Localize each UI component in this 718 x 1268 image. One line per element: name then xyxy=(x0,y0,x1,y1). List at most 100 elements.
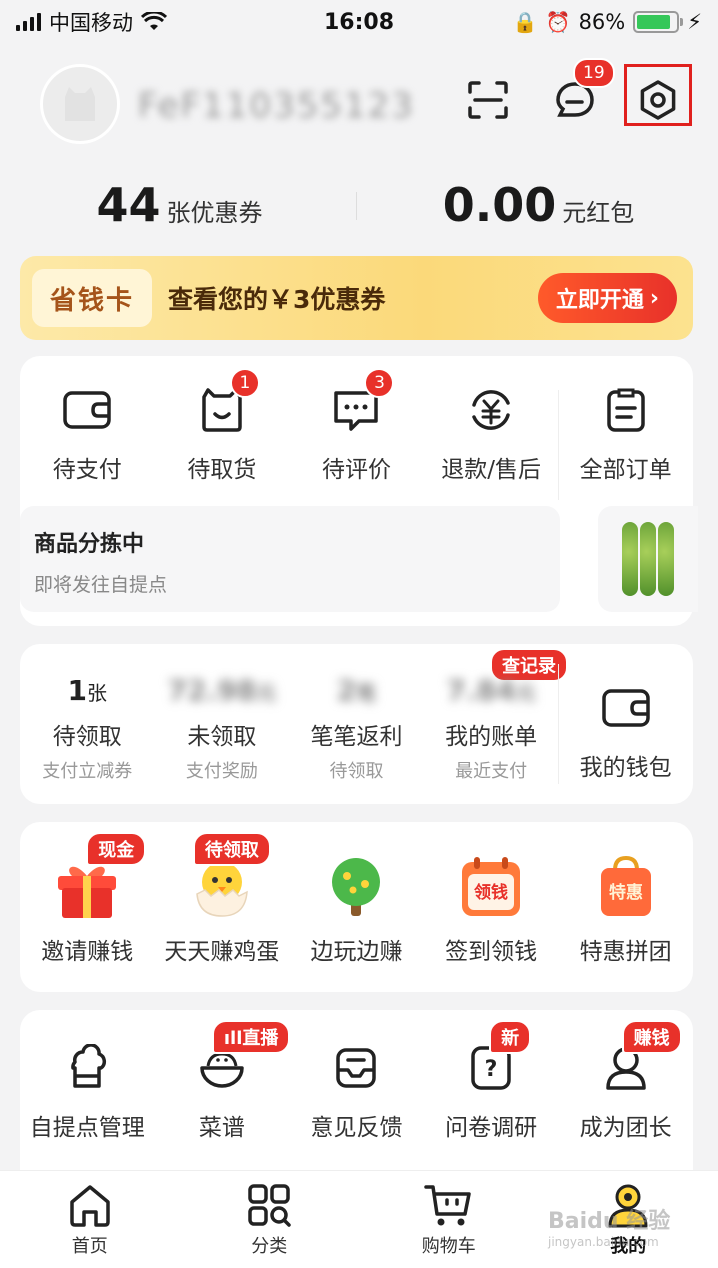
activity-tag: 现金 xyxy=(86,832,147,866)
my-wallet-button[interactable]: 我的钱包 xyxy=(558,664,693,784)
open-now-label: 立即开通 xyxy=(555,288,644,313)
order-pending-pickup[interactable]: 1 待取货 xyxy=(155,368,290,484)
order-label: 待取货 xyxy=(187,457,257,483)
orders-card: 待支付 1 待取货 3 待评价 退款/售后 全部订单 商品分拣中 即将发往自提点 xyxy=(20,356,698,626)
activity-play[interactable]: 边玩边赚 xyxy=(289,852,424,966)
order-label: 退款/售后 xyxy=(441,457,541,483)
tab-home[interactable]: 首页 xyxy=(0,1171,180,1268)
tool-pickup-management[interactable]: 自提点管理 xyxy=(20,1038,155,1142)
order-status-subtitle: 即将发往自提点 xyxy=(34,574,168,596)
tab-label: 购物车 xyxy=(421,1235,476,1257)
savings-card-text: 查看您的￥3优惠券 xyxy=(168,285,386,314)
activity-label: 邀请赚钱 xyxy=(41,939,134,965)
order-label: 待评价 xyxy=(321,457,391,483)
tool-recipes[interactable]: ıll直播 菜谱 xyxy=(155,1020,291,1142)
tab-category[interactable]: 分类 xyxy=(180,1171,360,1268)
wallet-sub: 最近支付 xyxy=(455,761,528,782)
activity-label: 边玩边赚 xyxy=(310,939,403,965)
wallet-icon xyxy=(63,391,112,429)
order-label: 待支付 xyxy=(52,457,122,483)
order-status-title: 商品分拣中 xyxy=(34,532,145,557)
cart-icon xyxy=(424,1184,471,1225)
divider xyxy=(356,192,357,220)
store-icon xyxy=(71,1044,107,1088)
product-thumbnail[interactable] xyxy=(598,506,698,612)
alarm-icon: ⏰ xyxy=(545,10,571,34)
tool-label: 自提点管理 xyxy=(29,1115,145,1141)
wallet-item[interactable]: 72.98元 未领取 支付奖励 xyxy=(155,674,290,783)
live-bars-icon: ıll xyxy=(223,1028,243,1049)
wallet-label: 未领取 xyxy=(187,724,257,750)
status-bar: 中国移动 16:08 🔒 ⏰ 86% ⚡ xyxy=(0,0,718,44)
carrier: 中国移动 xyxy=(49,11,133,35)
bag-mascot-icon xyxy=(65,87,95,121)
order-pending-payment[interactable]: 待支付 xyxy=(20,380,155,484)
redpacket-amount: 0.00 xyxy=(442,178,557,232)
order-refund[interactable]: 退款/售后 xyxy=(424,380,559,484)
tab-label: 首页 xyxy=(71,1235,108,1257)
bag-icon-text: 特惠 xyxy=(609,882,643,903)
wallet-unit: 元 xyxy=(515,681,536,705)
wallet-unit: 张 xyxy=(87,681,108,705)
open-now-button[interactable]: 立即开通 › xyxy=(537,273,677,323)
redpacket-stat[interactable]: 0.00 元红包 xyxy=(359,178,718,232)
tool-label: 成为团长 xyxy=(579,1115,672,1141)
order-status-card[interactable]: 商品分拣中 即将发往自提点 xyxy=(20,506,560,612)
calendar-icon: 领钱 xyxy=(462,857,521,916)
home-icon xyxy=(70,1184,110,1227)
wallet-item[interactable]: 1张 待领取 支付立减券 xyxy=(20,674,155,783)
activity-label: 签到领钱 xyxy=(445,939,538,965)
activity-checkin[interactable]: 领钱 签到领钱 xyxy=(424,852,559,966)
tab-cart[interactable]: 购物车 xyxy=(359,1171,539,1268)
wallet-sub: 支付奖励 xyxy=(185,761,258,782)
redpacket-label: 元红包 xyxy=(562,199,635,227)
profile-header: FeF110355123 19 xyxy=(0,50,718,150)
activity-group-buy[interactable]: 特惠 特惠拼团 xyxy=(558,852,693,966)
tool-become-leader[interactable]: 赚钱 成为团长 xyxy=(558,1020,693,1142)
activity-invite[interactable]: 现金 邀请赚钱 xyxy=(20,832,155,966)
shopping-bag-icon: 特惠 xyxy=(600,855,651,916)
order-pending-review[interactable]: 3 待评价 xyxy=(289,368,424,484)
chevron-right-icon: › xyxy=(649,285,659,311)
wallet-item[interactable]: 2笔 笔笔返利 待领取 xyxy=(289,674,424,783)
coupons-label: 张优惠券 xyxy=(166,199,263,227)
wallet-card: 查记录 1张 待领取 支付立减券 72.98元 未领取 支付奖励 2笔 笔笔返利… xyxy=(20,644,693,804)
tool-label: 问卷调研 xyxy=(445,1115,538,1141)
wallet-unit: 笔 xyxy=(356,681,377,705)
avatar[interactable] xyxy=(40,64,120,144)
order-all[interactable]: 全部订单 xyxy=(558,380,693,500)
wallet-label: 我的账单 xyxy=(445,724,538,750)
activity-label: 特惠拼团 xyxy=(579,939,672,965)
watermark-logo: Baidu 经验 jingyan.baidu.com xyxy=(548,1209,671,1249)
tab-label: 分类 xyxy=(251,1235,288,1257)
activity-tag: 待领取 xyxy=(192,832,271,866)
activity-eggs[interactable]: 待领取 天天赚鸡蛋 xyxy=(155,832,290,966)
wifi-icon xyxy=(141,12,167,30)
tool-survey[interactable]: ? 新 问卷调研 xyxy=(424,1020,559,1142)
clipboard-icon xyxy=(606,388,645,432)
rotation-lock-icon: 🔒 xyxy=(512,10,538,34)
wallet-label: 笔笔返利 xyxy=(310,724,403,750)
scan-icon xyxy=(468,81,508,119)
wallet-unit: 元 xyxy=(256,681,277,705)
grid-icon xyxy=(248,1183,291,1227)
wallet-sub: 待领取 xyxy=(329,761,384,782)
wallet-sub: 支付立减券 xyxy=(42,761,133,782)
activities-card: 现金 邀请赚钱 待领取 天天赚鸡蛋 边玩边赚 领钱 签到领钱 特惠 特惠拼团 xyxy=(20,822,693,992)
username: FeF110355123 xyxy=(138,86,415,126)
calendar-icon-text: 领钱 xyxy=(474,882,508,903)
signal-icon xyxy=(16,13,41,31)
tool-tag: 新 xyxy=(489,1020,532,1054)
svg-text:?: ? xyxy=(485,1057,498,1082)
wallet-value: 72.98 xyxy=(167,674,257,707)
messages-button[interactable]: 19 xyxy=(547,58,615,128)
coupons-stat[interactable]: 44 张优惠券 xyxy=(0,178,359,232)
tool-tag: 赚钱 xyxy=(621,1020,682,1054)
settings-highlight-box xyxy=(624,64,692,126)
wallet-item[interactable]: 7.84元 我的账单 最近支付 xyxy=(424,674,559,783)
savings-card-tag: 省钱卡 xyxy=(32,269,153,327)
tool-feedback[interactable]: 意见反馈 xyxy=(289,1038,424,1142)
savings-card-banner[interactable]: 省钱卡 查看您的￥3优惠券 立即开通 › xyxy=(20,256,693,340)
scan-button[interactable] xyxy=(460,72,516,128)
coupons-count: 44 xyxy=(96,178,161,232)
